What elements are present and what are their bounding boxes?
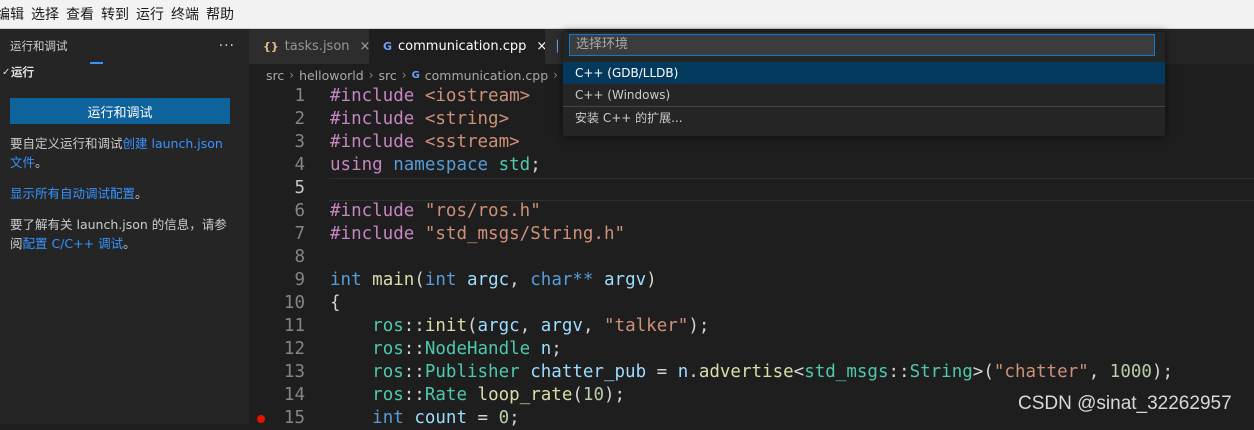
menu-bar: 编辑 选择 查看 转到 运行 终端 帮助 bbox=[0, 0, 1254, 29]
json-file-icon: {} bbox=[263, 40, 279, 53]
sidebar-header: 运行和调试 ··· bbox=[0, 29, 249, 62]
line-number: 2 bbox=[294, 109, 305, 129]
sidebar-title: 运行和调试 bbox=[10, 38, 68, 53]
section-run-header[interactable]: ✓ 运行 bbox=[0, 62, 249, 82]
breadcrumb-item[interactable]: src bbox=[379, 68, 397, 83]
learn-more-hint: 要了解有关 launch.json 的信息，请参阅配置 C/C++ 调试。 bbox=[10, 215, 239, 253]
code-text: int main(int argc, char** argv) bbox=[330, 270, 657, 290]
tab-label: tasks.json bbox=[284, 39, 350, 54]
line-number: 9 bbox=[294, 270, 305, 290]
code-text: int count = 0; bbox=[372, 408, 520, 428]
create-launch-json-link[interactable]: 创建 launch.json bbox=[123, 136, 223, 151]
chevron-right-icon: › bbox=[289, 68, 295, 82]
menu-terminal[interactable]: 终端 bbox=[171, 4, 206, 24]
environment-quick-pick: 选择环境 C++ (GDB/LLDB) C++ (Windows) 安装 C++… bbox=[563, 32, 1165, 136]
configure-cpp-debug-link[interactable]: 配置 C/C++ 调试 bbox=[23, 236, 124, 251]
code-text: ros::Rate loop_rate(10); bbox=[372, 385, 626, 405]
show-configs-end: 。 bbox=[135, 186, 148, 201]
line-number: 14 bbox=[283, 385, 305, 405]
line-number: 5 bbox=[294, 178, 305, 198]
code-text: #include "ros/ros.h" bbox=[330, 201, 541, 221]
cpp-file-icon: G bbox=[383, 40, 393, 53]
customize-hint-end: 。 bbox=[35, 155, 48, 170]
run-debug-sidebar: 运行和调试 ··· ✓ 运行 运行和调试 要自定义运行和调试创建 launch.… bbox=[0, 29, 249, 424]
code-text: ros::init(argc, argv, "talker"); bbox=[372, 316, 710, 336]
code-line: 4 using namespace std; bbox=[249, 154, 1254, 177]
code-text: #include <string> bbox=[330, 109, 510, 129]
menu-view[interactable]: 查看 bbox=[66, 4, 101, 24]
menu-help[interactable]: 帮助 bbox=[206, 4, 241, 24]
section-title: 运行 bbox=[11, 65, 34, 79]
show-auto-debug-configs-link[interactable]: 显示所有自动调试配置 bbox=[10, 186, 135, 201]
quick-pick-item-install-extension[interactable]: 安装 C++ 的扩展... bbox=[563, 107, 1165, 129]
sidebar-tab-indicator bbox=[90, 62, 103, 64]
menu-selection[interactable]: 选择 bbox=[31, 4, 66, 24]
menu-edit[interactable]: 编辑 bbox=[0, 4, 31, 24]
cpp-file-icon: G bbox=[411, 69, 420, 81]
code-line: 11 ros::init(argc, argv, "talker"); bbox=[249, 315, 1254, 338]
breadcrumb-item[interactable]: communication.cpp bbox=[425, 68, 548, 83]
code-line: 13 ros::Publisher chatter_pub = n.advert… bbox=[249, 361, 1254, 384]
code-line: 6 #include "ros/ros.h" bbox=[249, 200, 1254, 223]
line-number: 8 bbox=[294, 247, 305, 267]
create-launch-json-link-file[interactable]: 文件 bbox=[10, 155, 35, 170]
code-text: ros::NodeHandle n; bbox=[372, 339, 562, 359]
line-number: 11 bbox=[283, 316, 305, 336]
run-and-debug-button[interactable]: 运行和调试 bbox=[10, 98, 230, 124]
code-line: 12 ros::NodeHandle n; bbox=[249, 338, 1254, 361]
code-line: 8 bbox=[249, 246, 1254, 269]
customize-hint-text: 要自定义运行和调试 bbox=[10, 136, 123, 151]
tab-tasks-json[interactable]: {} tasks.json × bbox=[249, 29, 370, 64]
code-line: 7 #include "std_msgs/String.h" bbox=[249, 223, 1254, 246]
code-line: 9 int main(int argc, char** argv) bbox=[249, 269, 1254, 292]
quick-pick-item-gdb-lldb[interactable]: C++ (GDB/LLDB) bbox=[563, 62, 1165, 84]
code-text: #include <iostream> bbox=[330, 86, 531, 106]
code-text: #include "std_msgs/String.h" bbox=[330, 224, 626, 244]
breadcrumb-item[interactable]: helloworld bbox=[299, 68, 364, 83]
menu-run[interactable]: 运行 bbox=[136, 4, 171, 24]
learn-more-end: 。 bbox=[123, 236, 136, 251]
watermark: CSDN @sinat_32262957 bbox=[1018, 393, 1232, 414]
show-configs-hint: 显示所有自动调试配置。 bbox=[10, 184, 239, 203]
line-number: 3 bbox=[294, 132, 305, 152]
line-number: 10 bbox=[283, 293, 305, 313]
line-number: 15 bbox=[283, 408, 305, 428]
breadcrumb-item[interactable]: src bbox=[266, 68, 284, 83]
tab-label: communication.cpp bbox=[398, 39, 527, 54]
line-number: 7 bbox=[294, 224, 305, 244]
line-number: 4 bbox=[294, 155, 305, 175]
line-number: 12 bbox=[283, 339, 305, 359]
chevron-right-icon: › bbox=[368, 68, 374, 82]
code-text: ros::Publisher chatter_pub = n.advertise… bbox=[372, 362, 1174, 382]
tab-partial[interactable]: ▏ bbox=[545, 29, 565, 64]
line-number: 1 bbox=[294, 86, 305, 106]
customize-hint: 要自定义运行和调试创建 launch.json 文件。 bbox=[10, 134, 239, 172]
more-horizontal-icon[interactable]: ··· bbox=[219, 38, 235, 54]
code-text: { bbox=[330, 293, 341, 313]
code-line: 10 { bbox=[249, 292, 1254, 315]
environment-search-input[interactable]: 选择环境 bbox=[569, 34, 1155, 56]
menu-go[interactable]: 转到 bbox=[101, 4, 136, 24]
quick-pick-item-windows[interactable]: C++ (Windows) bbox=[563, 84, 1165, 106]
line-number: 6 bbox=[294, 201, 305, 221]
tab-communication-cpp[interactable]: G communication.cpp × bbox=[369, 29, 547, 64]
code-line: 5 bbox=[249, 177, 1254, 200]
code-text: #include <sstream> bbox=[330, 132, 520, 152]
code-editor[interactable]: 1 #include <iostream> 2 #include <string> … bbox=[249, 86, 1254, 428]
chevron-down-icon: ✓ bbox=[2, 66, 11, 78]
chevron-right-icon: › bbox=[553, 68, 558, 82]
chevron-right-icon: › bbox=[401, 68, 407, 82]
line-number: 13 bbox=[283, 362, 305, 382]
code-text: using namespace std; bbox=[330, 155, 541, 175]
